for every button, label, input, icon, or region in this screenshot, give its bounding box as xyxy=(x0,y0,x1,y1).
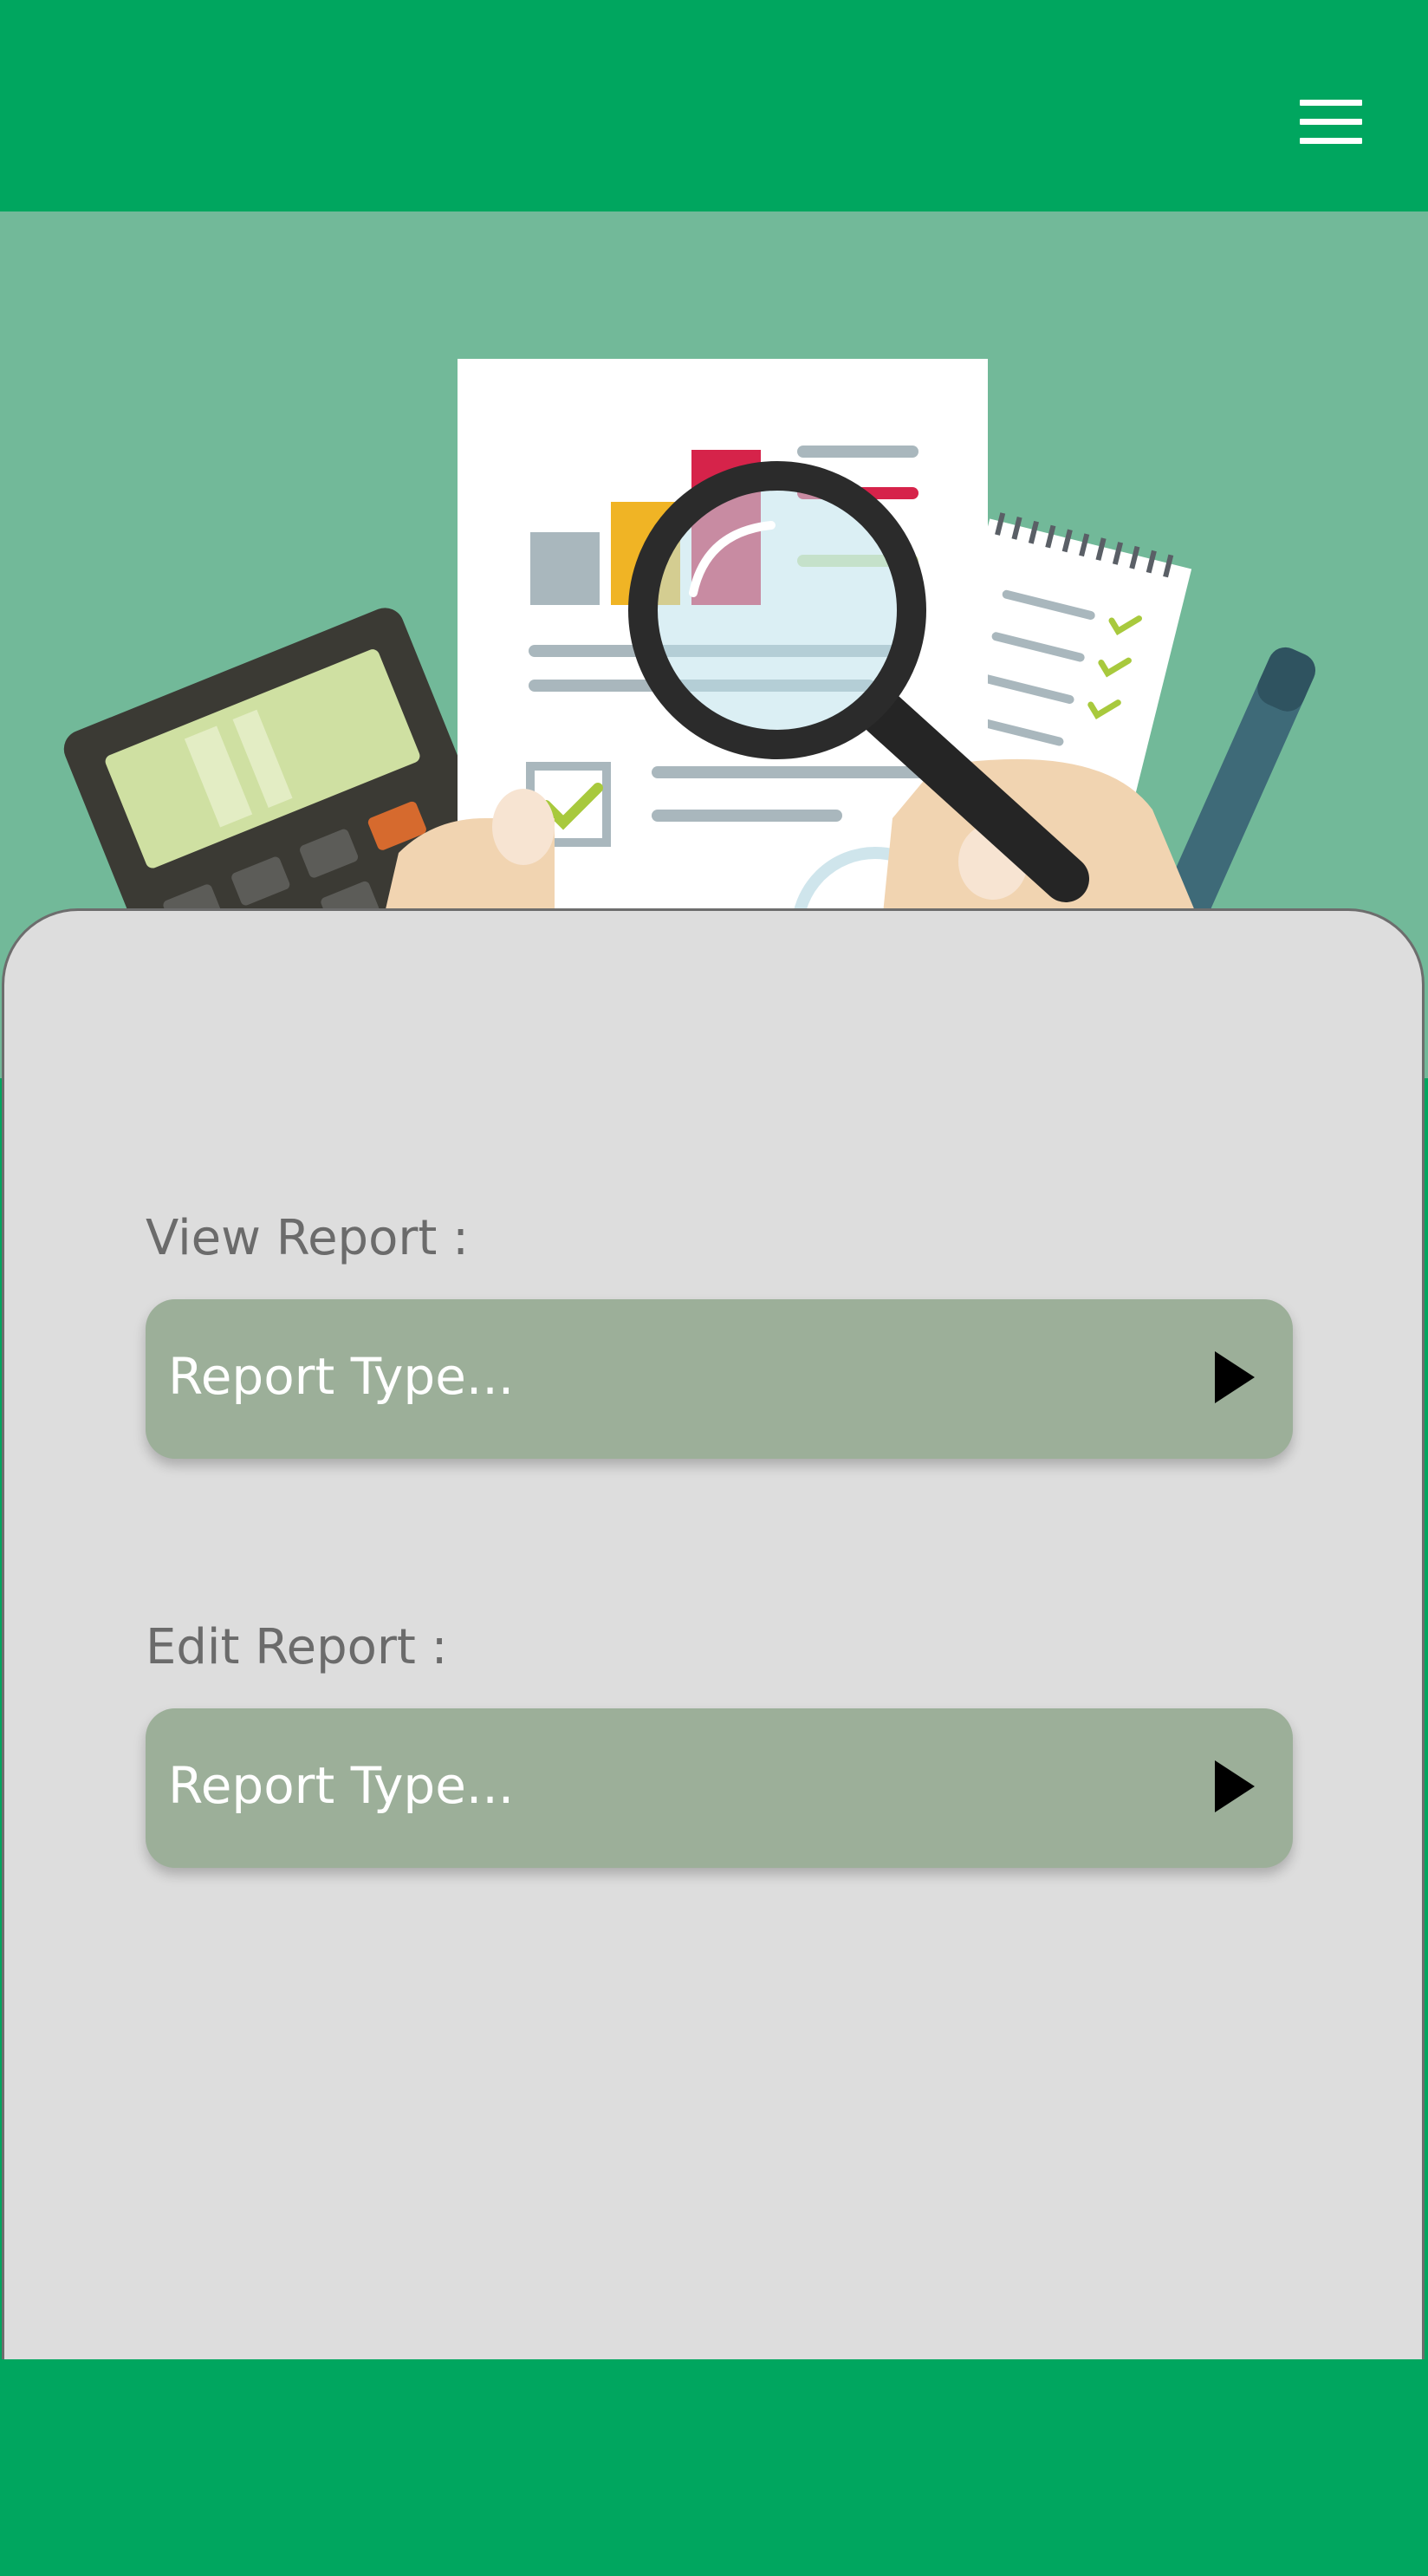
report-card: View Report : Report Type... Edit Report… xyxy=(2,908,1425,2359)
play-arrow-icon xyxy=(1215,1351,1255,1403)
edit-report-label: Edit Report : xyxy=(146,1619,448,1675)
view-report-dropdown[interactable]: Report Type... xyxy=(146,1299,1293,1459)
hamburger-menu-icon[interactable] xyxy=(1289,91,1373,153)
edit-report-dropdown-value: Report Type... xyxy=(168,1756,515,1815)
bottom-bar xyxy=(0,2359,1428,2576)
edit-report-dropdown[interactable]: Report Type... xyxy=(146,1708,1293,1868)
view-report-label: View Report : xyxy=(146,1210,469,1266)
play-arrow-icon xyxy=(1215,1760,1255,1812)
view-report-dropdown-value: Report Type... xyxy=(168,1347,515,1406)
top-app-bar xyxy=(0,0,1428,211)
